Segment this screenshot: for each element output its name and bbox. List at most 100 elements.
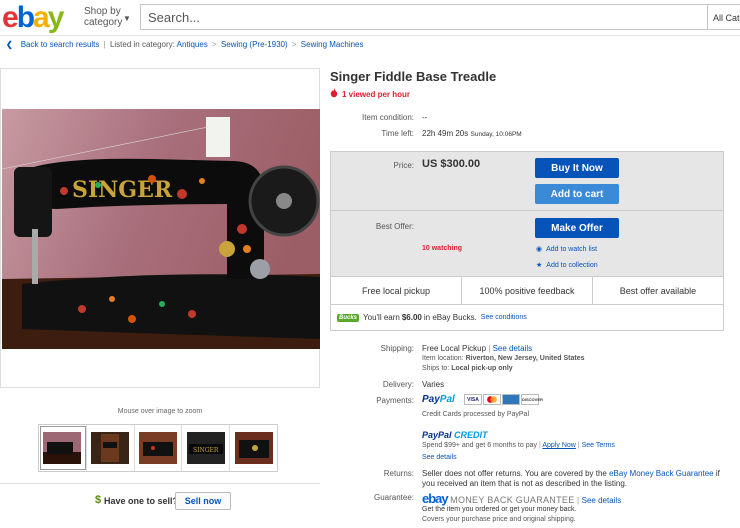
paypal-logo-pay: Pay [422,394,440,405]
delivery-label: Delivery: [382,380,414,389]
shipping-value: Free Local Pickup [422,344,487,353]
add-to-collection-link[interactable]: ★ Add to collection [536,261,598,269]
thumbnail-3[interactable] [135,425,183,471]
thumbnail-strip: SINGER [38,424,278,472]
item-location-row: Item location: Riverton, New Jersey, Uni… [422,355,585,362]
site-header: ebay Shop by category ▼ All Cate [0,0,740,36]
bucks-text-post: in eBay Bucks. [423,313,477,322]
shop-by-category-button[interactable]: Shop by category [84,6,122,28]
search-input[interactable] [141,5,707,29]
guarantee-logo-row: ebay MONEY BACK GUARANTEE | See details [422,491,621,506]
bucks-text-pre: You'll earn [363,313,400,322]
feature-best-offer: Best offer available [619,285,697,296]
shipping-value-row: Free Local Pickup | See details [422,344,532,353]
add-to-watch-list-link[interactable]: ◉ Add to watch list [536,245,597,253]
credit-offer-row: Spend $99+ and get 6 months to pay | App… [422,442,615,449]
credit-see-details-wrap: See details [422,454,457,461]
chevron-right-icon: > [291,40,297,49]
paypal-logo-pal: Pal [439,394,455,405]
bucks-amount: $6.00 [401,313,422,322]
time-left-end: Sunday, 10:06PM [470,131,522,138]
time-left-value: 22h 49m 20s Sunday, 10:06PM [422,129,522,138]
time-left-countdown: 22h 49m 20s [422,129,469,138]
price-label: Price: [393,161,414,170]
thumbnail-1[interactable] [39,425,87,471]
paypal-credit-logo-credit: CREDIT [454,430,488,440]
condition-label: Item condition: [361,113,414,122]
ships-to-label: Ships to: [422,365,450,372]
returns-text: Seller does not offer returns. You are c… [422,469,722,489]
collection-label: Add to collection [546,262,598,269]
ebay-logo[interactable]: ebay [2,1,65,34]
condition-value: -- [422,113,428,122]
breadcrumb-item-antiques[interactable]: Antiques [177,40,208,49]
search-box [140,4,708,30]
dollar-icon: $ [95,494,102,506]
viewed-indicator: 1 viewed per hour [330,88,410,99]
separator: | [488,344,491,353]
breadcrumb-item-sewing[interactable]: Sewing (Pre-1930) [221,40,288,49]
fire-icon [330,88,338,98]
separator: | [103,40,106,49]
cards-processed-text: Credit Cards processed by PayPal [422,411,529,418]
back-to-results-link[interactable]: Back to search results [21,40,100,49]
svg-text:SINGER: SINGER [193,447,219,454]
logo-letter-y: y [47,1,65,34]
watch-list-label: Add to watch list [546,246,598,253]
guarantee-label: Guarantee: [373,493,414,502]
sell-bar: $ Have one to sell? Sell now [0,483,320,519]
logo-letter-b: b [16,1,35,34]
eye-icon: ◉ [536,246,543,253]
returns-text-pre: Seller does not offer returns. You are c… [422,469,610,478]
payments-label: Payments: [376,396,414,405]
ebay-bucks-logo: Bucks [337,313,360,322]
feature-free-local-pickup: Free local pickup [331,277,462,304]
sell-now-button[interactable]: Sell now [175,492,231,510]
item-location-value: Riverton, New Jersey, United States [465,355,585,362]
buy-it-now-button[interactable]: Buy It Now [535,158,619,178]
breadcrumb-item-sewing-machines[interactable]: Sewing Machines [301,40,364,49]
see-terms-link[interactable]: See Terms [582,442,615,449]
card-logos: VISA DISCOVER [464,394,543,406]
thumbnail-5[interactable] [230,425,277,471]
sell-prompt: Have one to sell? [104,496,179,506]
svg-text:SINGER: SINGER [72,177,173,203]
chevron-left-icon[interactable]: ❮ [6,39,13,51]
see-conditions-link[interactable]: See conditions [481,314,527,321]
paypal-credit-logo-pay: PayPal [422,430,452,440]
credit-see-details-link[interactable]: See details [422,454,457,461]
main-product-image[interactable]: SINGER [2,109,320,349]
paypal-credit-logo: PayPal CREDIT [422,430,488,440]
shipping-see-details-link[interactable]: See details [493,344,533,353]
thumbnail-2[interactable] [87,425,135,471]
category-label: category [84,17,123,28]
logo-letter-a: a [33,1,50,34]
separator: | [577,496,580,505]
guarantee-see-details-link[interactable]: See details [582,496,622,505]
mastercard-icon [483,394,501,406]
price-value: US $300.00 [422,158,481,170]
item-location-label: Item location: [422,355,464,362]
best-offer-label: Best Offer: [375,222,414,231]
image-panel: SINGER [0,68,320,388]
separator: | [577,442,580,449]
feature-strip: Free local pickup 100% positive feedback… [330,277,724,305]
paypal-logo: PayPal [422,394,455,405]
category-select[interactable]: All Cate [708,4,740,30]
add-to-cart-button[interactable]: Add to cart [535,184,619,204]
zoom-hint: Mouse over image to zoom [117,408,203,415]
listed-in-label: Listed in category: [109,40,175,49]
logo-letter-e: e [2,1,19,34]
buybox-divider [330,210,724,211]
make-offer-button[interactable]: Make Offer [535,218,619,238]
thumbnail-4[interactable]: SINGER [182,425,231,471]
ebay-bucks-banner: Bucks You'll earn $6.00 in eBay Bucks. S… [330,305,724,331]
ships-to-row: Ships to: Local pick-up only [422,365,513,372]
shop-by-label: Shop by [84,6,121,17]
money-back-guarantee-link[interactable]: eBay Money Back Guarantee [609,469,714,478]
amex-icon [502,394,520,406]
viewed-text: 1 viewed per hour [342,90,411,99]
apply-now-link[interactable]: Apply Now [542,442,575,449]
credit-offer-text: Spend $99+ and get 6 months to pay [422,442,538,449]
chevron-down-icon: ▼ [123,14,131,23]
